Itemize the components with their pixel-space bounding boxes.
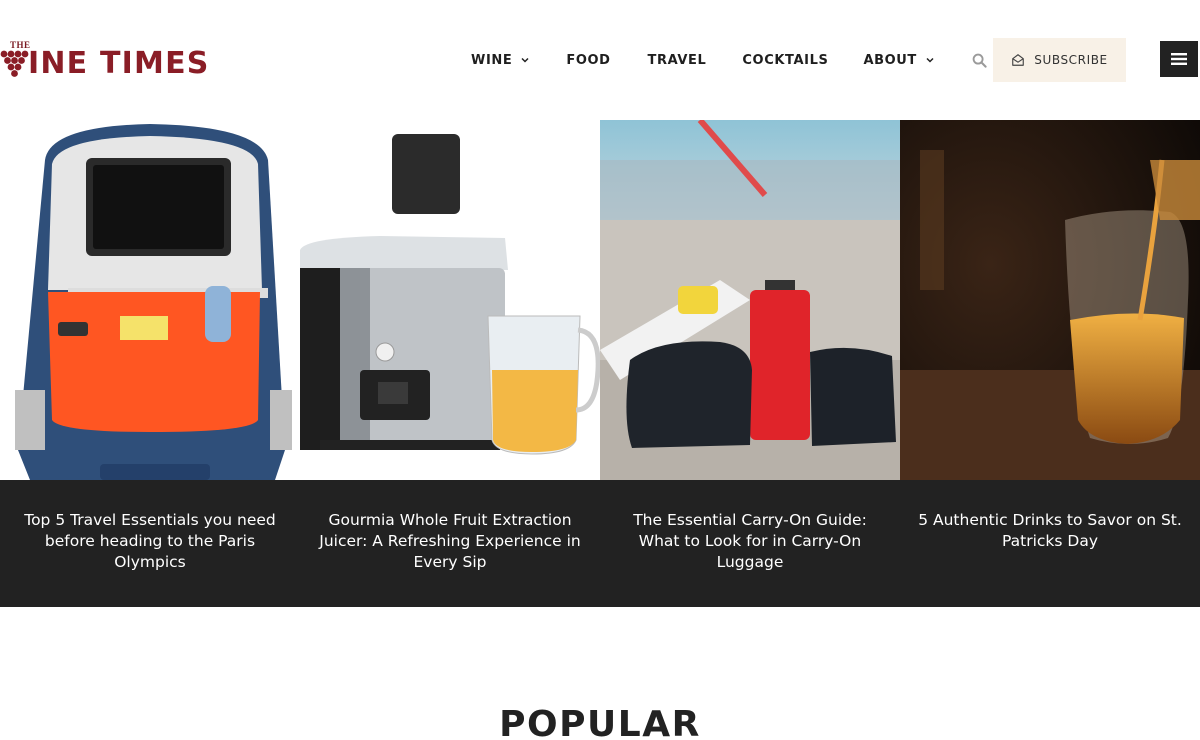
article-title[interactable]: Top 5 Travel Essentials you need before … — [16, 510, 284, 573]
nav-item-about[interactable]: ABOUT — [863, 53, 934, 68]
article-title[interactable]: Gourmia Whole Fruit Extraction Juicer: A… — [316, 510, 584, 573]
grapes-icon — [0, 50, 29, 77]
article-image[interactable] — [600, 120, 900, 480]
nav-label: ABOUT — [863, 52, 917, 68]
hamburger-icon — [1171, 53, 1187, 65]
article-caption: 5 Authentic Drinks to Savor on St. Patri… — [900, 480, 1200, 607]
featured-articles: Top 5 Travel Essentials you need before … — [0, 120, 1200, 607]
article-image[interactable] — [0, 120, 300, 480]
section-heading-popular: POPULAR — [499, 704, 701, 740]
nav-item-travel[interactable]: TRAVEL — [648, 53, 707, 68]
search-icon — [973, 53, 988, 68]
nav-label: FOOD — [566, 52, 611, 68]
article-card[interactable]: 5 Authentic Drinks to Savor on St. Patri… — [900, 120, 1200, 607]
subscribe-label: SUBSCRIBE — [1034, 53, 1108, 67]
article-card[interactable]: Top 5 Travel Essentials you need before … — [0, 120, 300, 607]
article-caption: Top 5 Travel Essentials you need before … — [0, 480, 300, 607]
nav-label: WINE — [471, 52, 513, 68]
nav-label: TRAVEL — [647, 52, 707, 68]
main-nav: WINE FOOD TRAVEL COCKTAILS ABOUT — [471, 48, 989, 72]
article-image[interactable] — [300, 120, 600, 480]
article-caption: Gourmia Whole Fruit Extraction Juicer: A… — [300, 480, 600, 607]
site-logo[interactable]: THE INE TIMES — [0, 38, 230, 84]
article-card[interactable]: The Essential Carry-On Guide: What to Lo… — [600, 120, 900, 607]
airplane-seat-image — [0, 120, 300, 480]
luggage-image — [600, 120, 900, 480]
article-card[interactable]: Gourmia Whole Fruit Extraction Juicer: A… — [300, 120, 600, 607]
chevron-down-icon — [926, 57, 934, 63]
logo-main-text: INE TIMES — [28, 46, 210, 81]
article-title[interactable]: 5 Authentic Drinks to Savor on St. Patri… — [916, 510, 1184, 552]
nav-item-food[interactable]: FOOD — [566, 53, 610, 68]
article-caption: The Essential Carry-On Guide: What to Lo… — [600, 480, 900, 607]
subscribe-button[interactable]: SUBSCRIBE — [993, 38, 1126, 82]
site-header: THE INE TIMES WINE FOOD TRAVEL COCKTAILS… — [0, 0, 1200, 120]
search-button[interactable] — [971, 51, 989, 69]
article-title[interactable]: The Essential Carry-On Guide: What to Lo… — [616, 510, 884, 573]
nav-label: COCKTAILS — [742, 52, 829, 68]
chevron-down-icon — [521, 57, 529, 63]
envelope-open-icon — [1012, 54, 1025, 66]
nav-item-wine[interactable]: WINE — [471, 53, 530, 68]
menu-button[interactable] — [1160, 41, 1198, 77]
juicer-image — [300, 120, 600, 480]
nav-item-cocktails[interactable]: COCKTAILS — [742, 53, 828, 68]
whiskey-pour-image — [900, 120, 1200, 480]
article-image[interactable] — [900, 120, 1200, 480]
